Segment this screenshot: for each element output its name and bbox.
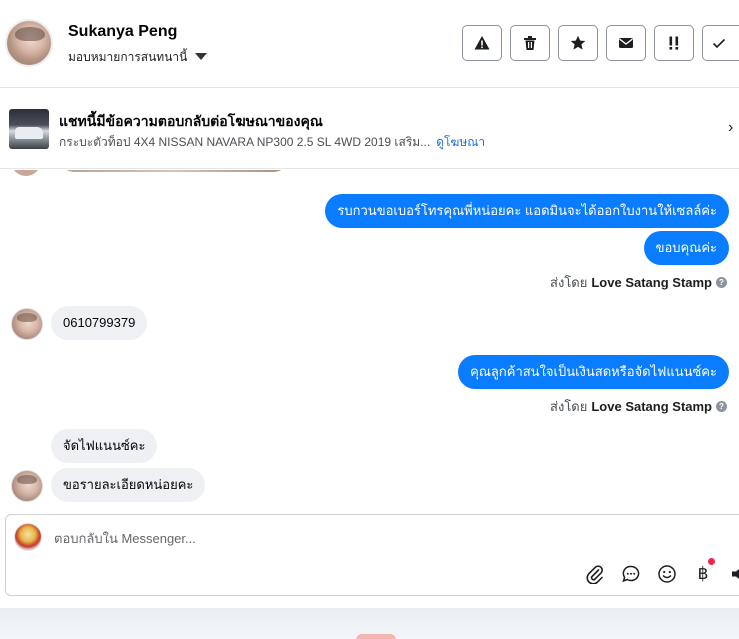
sent-by-name: Love Satang Stamp (591, 275, 712, 290)
ad-description: กระบะตัวท็อป 4X4 NISSAN NAVARA NP300 2.5… (59, 135, 431, 149)
caret-down-icon (195, 52, 208, 60)
exclamation-icon (669, 36, 679, 50)
attach-button[interactable] (584, 563, 606, 585)
ad-reply-banner[interactable]: แชทนี้มีข้อความตอบกลับต่อโฆษณาของคุณ กระ… (0, 89, 739, 169)
ad-thumbnail (9, 109, 49, 149)
star-icon (570, 35, 586, 50)
delete-button[interactable] (510, 25, 550, 61)
ad-banner-title: แชทนี้มีข้อความตอบกลับต่อโฆษณาของคุณ (59, 113, 323, 129)
payment-button[interactable]: ฿ (692, 563, 714, 585)
outgoing-message[interactable]: คุณลูกค้าสนใจเป็นเงินสดหรือจัดไฟแนนซ์คะ (458, 355, 729, 389)
check-icon (712, 38, 726, 49)
page-footer-strip (0, 608, 739, 639)
sent-by-label: ส่งโดย Love Satang Stamp ? (550, 272, 727, 293)
avatar[interactable] (5, 19, 53, 67)
sent-by-name: Love Satang Stamp (591, 399, 712, 414)
avatar (11, 170, 41, 176)
assign-label: มอบหมายการสนทนานี้ (68, 50, 188, 64)
trash-icon (524, 36, 536, 50)
baht-icon: ฿ (697, 564, 709, 584)
incoming-message[interactable]: จัดไฟแนนซ์คะ (51, 429, 158, 463)
reply-composer: ฿ (5, 514, 739, 596)
voice-button[interactable] (728, 563, 739, 585)
page-avatar (14, 523, 42, 551)
avatar[interactable] (11, 470, 43, 502)
star-button[interactable] (558, 25, 598, 61)
saved-replies-button[interactable] (620, 563, 642, 585)
message-thread[interactable]: รบกวนขอเบอร์โทรคุณพี่หน่อยคะ แอดมินจะได้… (0, 170, 739, 512)
follow-up-button[interactable] (654, 25, 694, 61)
sent-by-prefix: ส่งโดย (550, 275, 588, 290)
incoming-message[interactable]: 0610799379 (51, 306, 148, 340)
sent-by-prefix: ส่งโดย (550, 399, 588, 414)
emoji-icon (658, 565, 676, 583)
mark-unread-button[interactable] (606, 25, 646, 61)
speaker-icon (732, 569, 739, 579)
incoming-message[interactable]: ขอรายละเอียดหน่อยคะ (51, 468, 206, 502)
warning-icon (474, 36, 490, 50)
emoji-button[interactable] (656, 563, 678, 585)
info-icon[interactable]: ? (716, 277, 727, 288)
view-ad-link[interactable]: ดูโฆษณา (436, 135, 485, 149)
report-button[interactable] (462, 25, 502, 61)
info-icon[interactable]: ? (716, 401, 727, 412)
conversation-header: Sukanya Peng มอบหมายการสนทนานี้ (0, 0, 739, 88)
ad-banner-subtitle: กระบะตัวท็อป 4X4 NISSAN NAVARA NP300 2.5… (59, 133, 485, 152)
notification-dot (708, 558, 715, 565)
done-button[interactable] (702, 25, 739, 61)
contact-name[interactable]: Sukanya Peng (68, 23, 177, 41)
assign-conversation-dropdown[interactable]: มอบหมายการสนทนานี้ (68, 48, 208, 67)
paperclip-icon (586, 565, 603, 584)
avatar[interactable] (11, 308, 43, 340)
sent-by-label: ส่งโดย Love Satang Stamp ? (550, 396, 727, 417)
previous-image-message[interactable] (60, 170, 288, 172)
outgoing-message[interactable]: ขอบคุณค่ะ (643, 231, 729, 265)
outgoing-message[interactable]: รบกวนขอเบอร์โทรคุณพี่หน่อยคะ แอดมินจะได้… (325, 194, 729, 228)
envelope-icon (619, 38, 633, 48)
chat-bubble-icon (622, 565, 640, 583)
reply-input[interactable] (54, 527, 654, 549)
chevron-right-icon[interactable]: › (728, 119, 733, 137)
